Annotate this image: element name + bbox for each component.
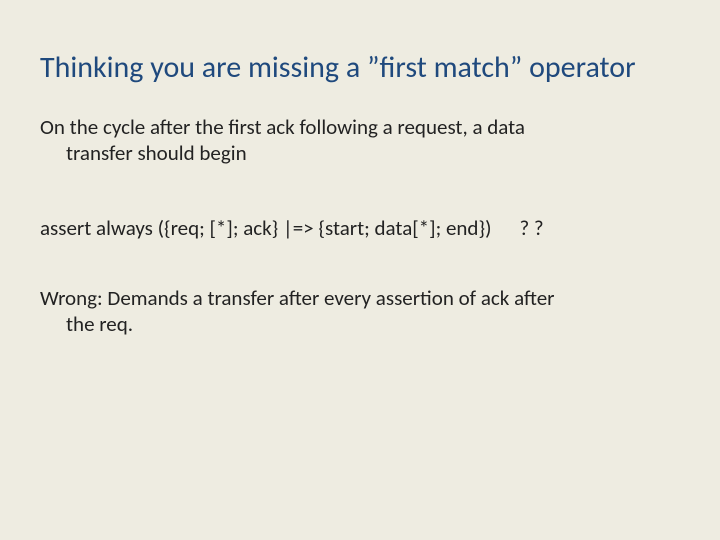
assertion-code-main: assert always ({req; [*]; ack} |=> {star… bbox=[40, 215, 491, 241]
assertion-code: assert always ({req; [*]; ack} |=> {star… bbox=[40, 215, 680, 241]
slide-title: Thinking you are missing a ”first match”… bbox=[40, 50, 680, 86]
wrong-explanation: Wrong: Demands a transfer after every as… bbox=[40, 285, 680, 338]
description-paragraph: On the cycle after the first ack followi… bbox=[40, 114, 680, 167]
slide: Thinking you are missing a ”first match”… bbox=[0, 0, 720, 540]
wrong-line2: the req. bbox=[40, 311, 680, 337]
wrong-line1: Wrong: Demands a transfer after every as… bbox=[40, 285, 554, 311]
description-line1: On the cycle after the first ack followi… bbox=[40, 114, 525, 140]
assertion-code-question: ? ? bbox=[519, 215, 543, 241]
description-line2: transfer should begin bbox=[40, 140, 680, 166]
